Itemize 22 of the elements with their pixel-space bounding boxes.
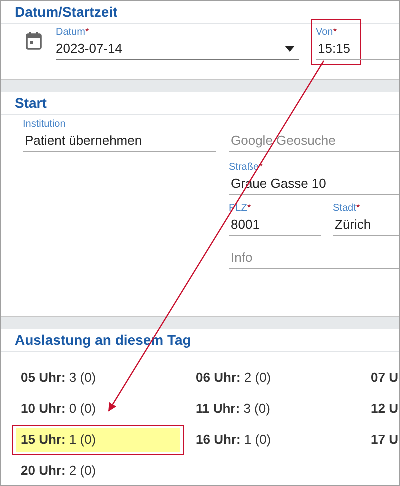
zip-field[interactable]: 8001 [229,215,321,236]
field-label: Datum* [56,27,90,39]
date-field[interactable]: 2023-07-14 [56,39,299,60]
field-label: Institution [23,119,67,131]
hour-load-text: 10 Uhr: 0 (0) [20,400,98,418]
city-field[interactable]: Zürich [333,215,399,236]
info-field[interactable]: Info [229,248,399,269]
time-field[interactable]: 15:15 [316,39,399,60]
hour-load-text: 16 Uhr: 1 (0) [195,431,272,449]
hour-load-text: 15 Uhr: 1 (0) [16,428,180,452]
caret-icon [285,46,295,52]
hour-load-text: 20 Uhr: 2 (0) [20,462,98,480]
hour-load-text: 11 Uhr: 3 (0) [195,400,272,418]
hour-load-text: 06 Uhr: 2 (0) [195,369,272,387]
institution-field[interactable]: Patient übernehmen [23,131,216,152]
calendar-icon[interactable] [26,32,42,50]
field-label: Stadt* [333,203,362,215]
field-label: Von* [316,27,338,39]
geosearch-field[interactable]: Google Geosuche [229,131,399,152]
section-heading: Start [1,92,399,115]
section-heading: Datum/Startzeit [1,1,399,24]
hour-load-text: 05 Uhr: 3 (0) [20,369,98,387]
